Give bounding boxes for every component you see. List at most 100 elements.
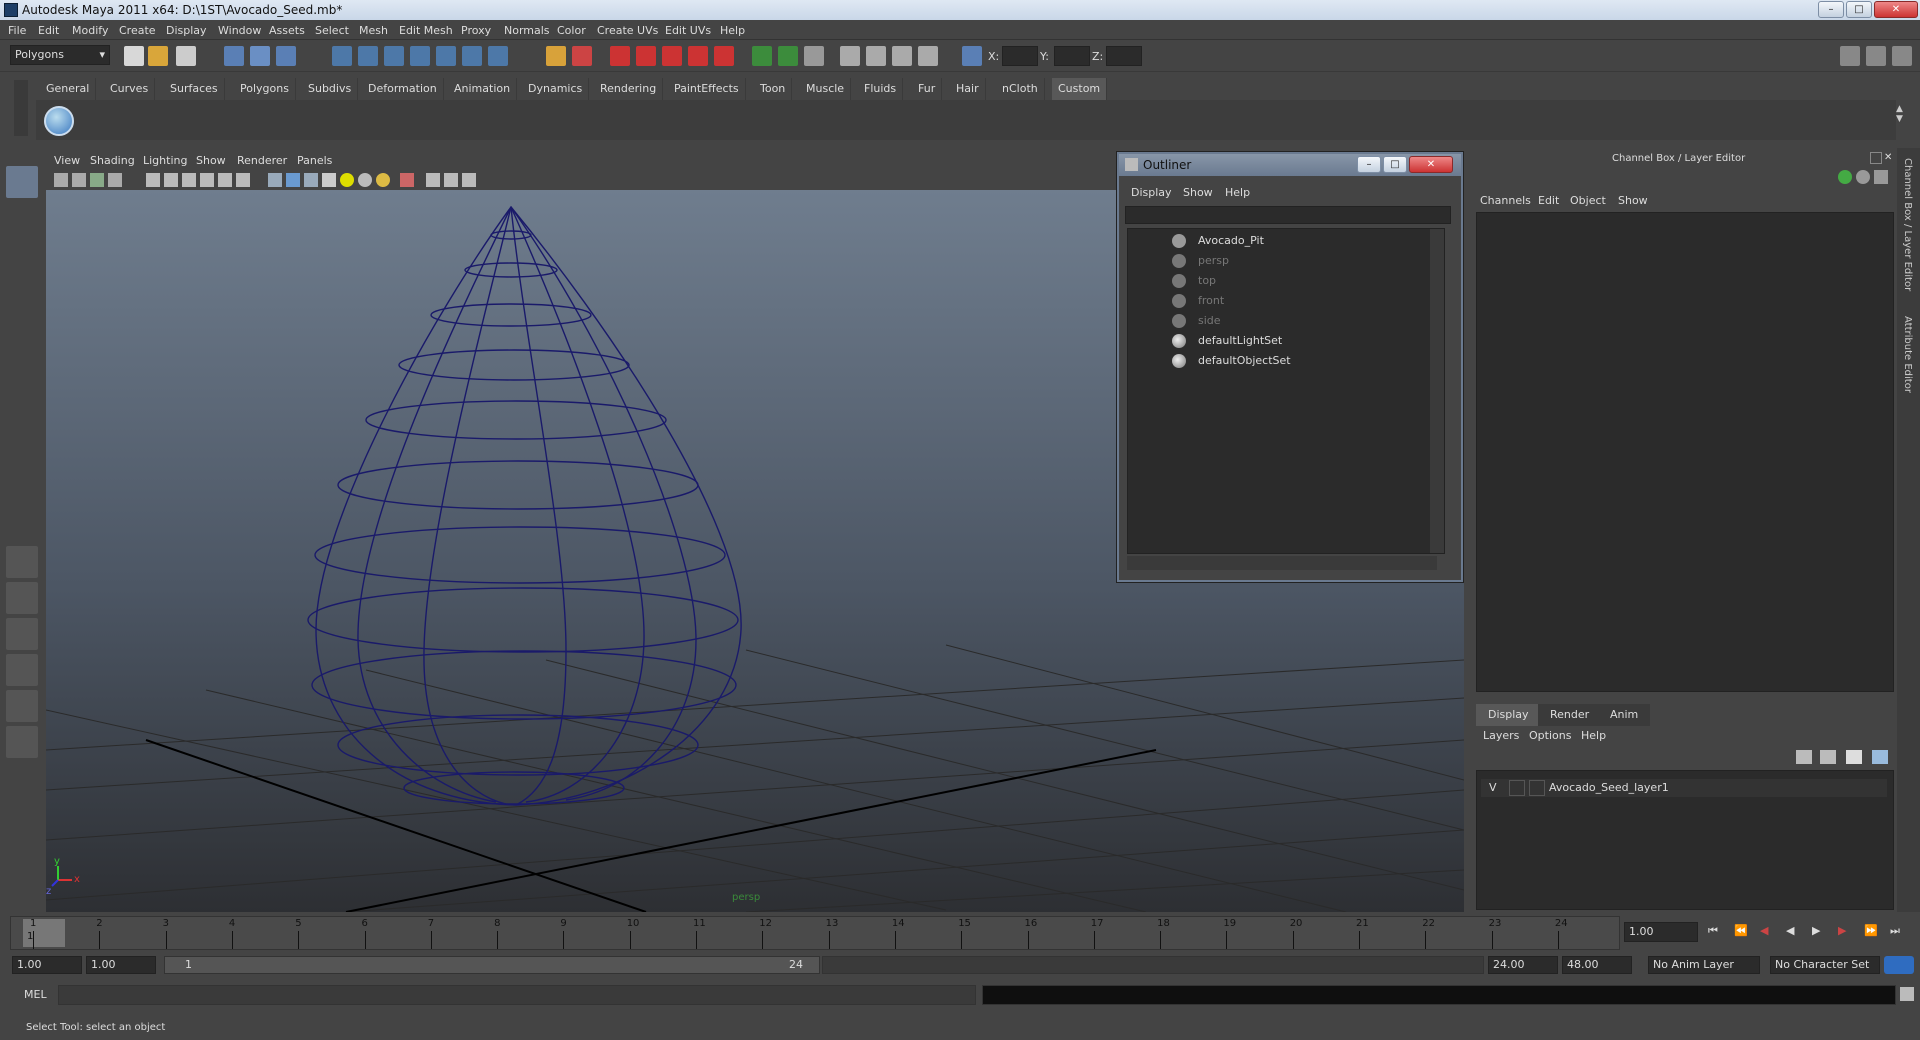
all-lights-icon[interactable] xyxy=(358,173,372,187)
outliner-item-side[interactable]: side xyxy=(1128,311,1428,331)
tab-hair[interactable]: Hair xyxy=(950,78,986,100)
transform-field-icon[interactable] xyxy=(962,46,982,66)
shadows-icon[interactable] xyxy=(376,173,390,187)
chevron-down-icon[interactable]: ▼ xyxy=(1896,114,1912,124)
viewport-menu-view[interactable]: View xyxy=(54,154,80,167)
wireframe-icon[interactable] xyxy=(268,173,282,187)
wireframe-on-shaded-icon[interactable] xyxy=(304,173,318,187)
menu-window[interactable]: Window xyxy=(218,24,261,37)
range-slider[interactable]: 1 24 xyxy=(164,956,820,974)
paint-select-tool-icon[interactable] xyxy=(6,238,38,270)
minimize-button[interactable]: – xyxy=(1818,1,1844,18)
menu-create[interactable]: Create xyxy=(119,24,156,37)
outliner-item-persp[interactable]: persp xyxy=(1128,251,1428,271)
select-object-icon[interactable] xyxy=(250,46,270,66)
outliner-titlebar[interactable]: Outliner – □ ✕ xyxy=(1119,154,1461,176)
start-time-field[interactable]: 1.00 xyxy=(12,956,82,974)
outliner-filter-field[interactable] xyxy=(1125,206,1451,224)
outliner-horizontal-scrollbar[interactable] xyxy=(1127,556,1437,570)
tab-display[interactable]: Display xyxy=(1476,704,1541,726)
layers-help-menu[interactable]: Help xyxy=(1581,729,1606,742)
tab-painteffects[interactable]: PaintEffects xyxy=(668,78,746,100)
hyper-icon[interactable] xyxy=(1874,170,1888,184)
snap-curve-icon[interactable] xyxy=(358,46,378,66)
menu-proxy[interactable]: Proxy xyxy=(461,24,491,37)
tab-fur[interactable]: Fur xyxy=(912,78,943,100)
camera-select-icon[interactable] xyxy=(54,173,68,187)
play-backward-icon[interactable]: ◀ xyxy=(1786,924,1794,937)
tab-muscle[interactable]: Muscle xyxy=(800,78,852,100)
film-gate-icon[interactable] xyxy=(164,173,178,187)
menuset-dropdown[interactable]: Polygons ▾ xyxy=(10,45,110,65)
menu-help[interactable]: Help xyxy=(720,24,745,37)
outliner-menu-display[interactable]: Display xyxy=(1131,186,1172,199)
playback-end-field[interactable]: 24.00 xyxy=(1488,956,1558,974)
show-channel-box-icon[interactable] xyxy=(1892,46,1912,66)
scale-tool-icon[interactable] xyxy=(6,346,38,378)
step-back-key-icon[interactable]: ⏪ xyxy=(1734,924,1748,937)
safe-action-icon[interactable] xyxy=(236,173,250,187)
tab-surfaces[interactable]: Surfaces xyxy=(164,78,225,100)
tab-rendering[interactable]: Rendering xyxy=(594,78,664,100)
menu-modify[interactable]: Modify xyxy=(72,24,108,37)
snap-grid-icon[interactable] xyxy=(332,46,352,66)
layers-menu[interactable]: Layers xyxy=(1483,729,1519,742)
dopesheet-layout-icon[interactable] xyxy=(6,726,38,758)
snap-point-icon[interactable] xyxy=(384,46,404,66)
show-attribute-editor-icon[interactable] xyxy=(1840,46,1860,66)
textured-icon[interactable] xyxy=(322,173,336,187)
channels-edit-menu[interactable]: Edit xyxy=(1538,194,1559,207)
last-tool-icon[interactable] xyxy=(6,454,38,486)
single-pane-layout-icon[interactable] xyxy=(6,546,38,578)
menu-color[interactable]: Color xyxy=(557,24,586,37)
outliner-item-defaultlightset[interactable]: defaultLightSet xyxy=(1128,331,1428,351)
history-icon[interactable] xyxy=(462,46,482,66)
field-chart-icon[interactable] xyxy=(218,173,232,187)
frame-all-icon[interactable] xyxy=(444,173,458,187)
tab-curves[interactable]: Curves xyxy=(104,78,156,100)
graph-layout-icon[interactable] xyxy=(6,654,38,686)
default-light-icon[interactable] xyxy=(340,173,354,187)
current-frame-field[interactable]: 1.00 xyxy=(1624,922,1698,942)
make-live-icon[interactable] xyxy=(436,46,456,66)
tab-custom[interactable]: Custom xyxy=(1052,78,1108,100)
viewport-menu-shading[interactable]: Shading xyxy=(90,154,135,167)
camera-icon[interactable] xyxy=(840,46,860,66)
soft-mod-tool-icon[interactable] xyxy=(6,418,38,450)
xray-icon[interactable] xyxy=(400,173,414,187)
layer-color-swatch[interactable] xyxy=(1529,780,1545,796)
rotate-tool-icon[interactable] xyxy=(6,310,38,342)
viewport-menu-panels[interactable]: Panels xyxy=(297,154,332,167)
speed-icon[interactable] xyxy=(1856,170,1870,184)
snap-plane-icon[interactable] xyxy=(410,46,430,66)
select-tool-icon[interactable] xyxy=(6,166,38,198)
menu-edit-uvs[interactable]: Edit UVs xyxy=(665,24,711,37)
menu-edit-mesh[interactable]: Edit Mesh xyxy=(399,24,453,37)
playblast-icon[interactable] xyxy=(892,46,912,66)
tab-dynamics[interactable]: Dynamics xyxy=(522,78,590,100)
outliner-maximize-button[interactable]: □ xyxy=(1383,156,1407,173)
step-forward-key-icon[interactable]: ⏩ xyxy=(1864,924,1878,937)
tab-subdivs[interactable]: Subdivs xyxy=(302,78,359,100)
maximize-button[interactable]: □ xyxy=(1846,1,1872,18)
film-icon[interactable] xyxy=(866,46,886,66)
outliner-item-front[interactable]: front xyxy=(1128,291,1428,311)
input-ops-icon[interactable] xyxy=(752,46,772,66)
manipulator-tool-icon[interactable] xyxy=(6,382,38,414)
camera-attributes-icon[interactable] xyxy=(72,173,86,187)
lasso-tool-icon[interactable] xyxy=(6,202,38,234)
tab-deformation[interactable]: Deformation xyxy=(362,78,444,100)
go-to-start-icon[interactable]: ⏮ xyxy=(1708,924,1718,938)
new-scene-icon[interactable] xyxy=(124,46,144,66)
menu-assets[interactable]: Assets xyxy=(269,24,305,37)
auto-key-icon[interactable] xyxy=(1884,956,1914,974)
outliner-item-defaultobjectset[interactable]: defaultObjectSet xyxy=(1128,351,1428,371)
outliner-close-button[interactable]: ✕ xyxy=(1409,156,1453,173)
outliner-menu-help[interactable]: Help xyxy=(1225,186,1250,199)
resolution-gate-icon[interactable] xyxy=(182,173,196,187)
menu-display[interactable]: Display xyxy=(166,24,207,37)
hand-icon[interactable] xyxy=(6,866,38,898)
outliner-minimize-button[interactable]: – xyxy=(1357,156,1381,173)
z-field[interactable] xyxy=(1106,46,1142,66)
select-component-icon[interactable] xyxy=(276,46,296,66)
